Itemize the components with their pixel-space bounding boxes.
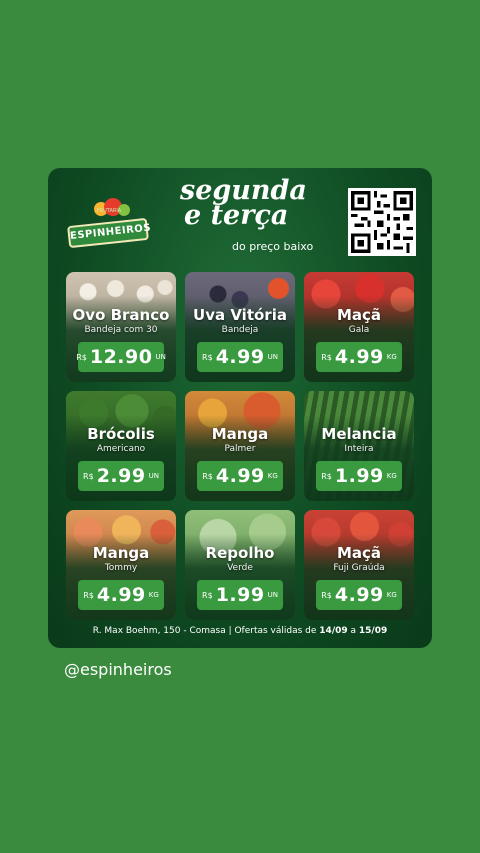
price-tag: R$ 2.99 UN bbox=[78, 461, 164, 491]
promo-flyer: FRUTARIA ESPINHEIROS segunda e terça do … bbox=[48, 168, 432, 648]
product-card[interactable]: Repolho Verde R$ 1.99 UN bbox=[185, 510, 295, 620]
price-tag: R$ 4.99 KG bbox=[316, 580, 402, 610]
price-value: 4.99 bbox=[334, 584, 384, 606]
product-name: Ovo Branco bbox=[72, 306, 170, 324]
espinheiros-logo: FRUTARIA ESPINHEIROS bbox=[67, 188, 152, 258]
product-grid: Ovo Branco Bandeja com 30 R$ 12.90 UN Uv… bbox=[66, 272, 414, 620]
price-tag: R$ 1.99 UN bbox=[197, 580, 283, 610]
footer-date-to: 15/09 bbox=[358, 626, 388, 636]
product-variety: Verde bbox=[227, 563, 253, 573]
product-variety: Bandeja bbox=[221, 325, 259, 335]
product-card[interactable]: Manga Tommy R$ 4.99 KG bbox=[66, 510, 176, 620]
product-card[interactable]: Melancia Inteira R$ 1.99 KG bbox=[304, 391, 414, 501]
price-currency: R$ bbox=[202, 471, 213, 481]
product-name: Maçã bbox=[336, 306, 382, 324]
headline-line-2: e terça bbox=[184, 200, 289, 231]
price-unit: UN bbox=[148, 472, 159, 480]
footer-date-from: 14/09 bbox=[319, 626, 348, 636]
product-name: Manga bbox=[92, 544, 150, 562]
logo-small-text: FRUTARIA bbox=[96, 208, 122, 214]
product-variety: Americano bbox=[96, 444, 146, 454]
product-name: Melancia bbox=[321, 425, 397, 443]
price-tag: R$ 12.90 UN bbox=[76, 342, 166, 372]
price-tag: R$ 4.99 KG bbox=[197, 461, 283, 491]
product-card[interactable]: Uva Vitória Bandeja R$ 4.99 UN bbox=[185, 272, 295, 382]
price-currency: R$ bbox=[76, 352, 87, 362]
price-tag: R$ 4.99 KG bbox=[78, 580, 164, 610]
price-value: 4.99 bbox=[215, 465, 265, 487]
price-currency: R$ bbox=[202, 352, 213, 362]
price-unit: KG bbox=[386, 353, 397, 361]
price-currency: R$ bbox=[202, 590, 213, 600]
price-value: 2.99 bbox=[96, 465, 146, 487]
price-tag: R$ 4.99 UN bbox=[197, 342, 283, 372]
price-currency: R$ bbox=[83, 471, 94, 481]
price-unit: KG bbox=[386, 591, 397, 599]
product-card[interactable]: Ovo Branco Bandeja com 30 R$ 12.90 UN bbox=[66, 272, 176, 382]
footer-note: R. Max Boehm, 150 - Comasa | Ofertas vál… bbox=[48, 626, 432, 636]
price-value: 4.99 bbox=[96, 584, 146, 606]
product-card[interactable]: Manga Palmer R$ 4.99 KG bbox=[185, 391, 295, 501]
product-name: Maçã bbox=[336, 544, 382, 562]
product-name: Manga bbox=[211, 425, 269, 443]
footer-connector: a bbox=[347, 626, 359, 636]
price-tag: R$ 1.99 KG bbox=[316, 461, 402, 491]
price-value: 4.99 bbox=[334, 346, 384, 368]
footer-address: R. Max Boehm, 150 - Comasa | Ofertas vál… bbox=[92, 626, 320, 636]
price-value: 12.90 bbox=[89, 346, 153, 368]
product-card[interactable]: Brócolis Americano R$ 2.99 UN bbox=[66, 391, 176, 501]
price-tag: R$ 4.99 KG bbox=[316, 342, 402, 372]
product-card[interactable]: Maçã Fuji Graúda R$ 4.99 KG bbox=[304, 510, 414, 620]
product-variety: Inteira bbox=[344, 444, 374, 454]
product-variety: Bandeja com 30 bbox=[84, 325, 158, 335]
headline: segunda e terça bbox=[180, 177, 320, 231]
price-value: 1.99 bbox=[215, 584, 265, 606]
price-unit: KG bbox=[267, 472, 278, 480]
price-currency: R$ bbox=[321, 352, 332, 362]
product-variety: Palmer bbox=[224, 444, 256, 454]
product-name: Repolho bbox=[205, 544, 275, 562]
product-variety: Fuji Graúda bbox=[333, 563, 385, 573]
product-variety: Gala bbox=[348, 325, 370, 335]
instagram-handle[interactable]: @espinheiros bbox=[64, 660, 172, 679]
product-variety: Tommy bbox=[104, 563, 138, 573]
qr-code-icon[interactable] bbox=[348, 188, 416, 256]
price-unit: UN bbox=[155, 353, 166, 361]
product-card[interactable]: Maçã Gala R$ 4.99 KG bbox=[304, 272, 414, 382]
product-name: Brócolis bbox=[87, 425, 155, 443]
price-unit: UN bbox=[267, 591, 278, 599]
tagline: do preço baixo bbox=[232, 240, 314, 253]
price-currency: R$ bbox=[83, 590, 94, 600]
price-value: 4.99 bbox=[215, 346, 265, 368]
price-value: 1.99 bbox=[334, 465, 384, 487]
logo-name: ESPINHEIROS bbox=[67, 217, 152, 249]
price-currency: R$ bbox=[321, 471, 332, 481]
price-unit: KG bbox=[148, 591, 159, 599]
price-currency: R$ bbox=[321, 590, 332, 600]
product-name: Uva Vitória bbox=[193, 306, 287, 324]
price-unit: UN bbox=[267, 353, 278, 361]
price-unit: KG bbox=[386, 472, 397, 480]
